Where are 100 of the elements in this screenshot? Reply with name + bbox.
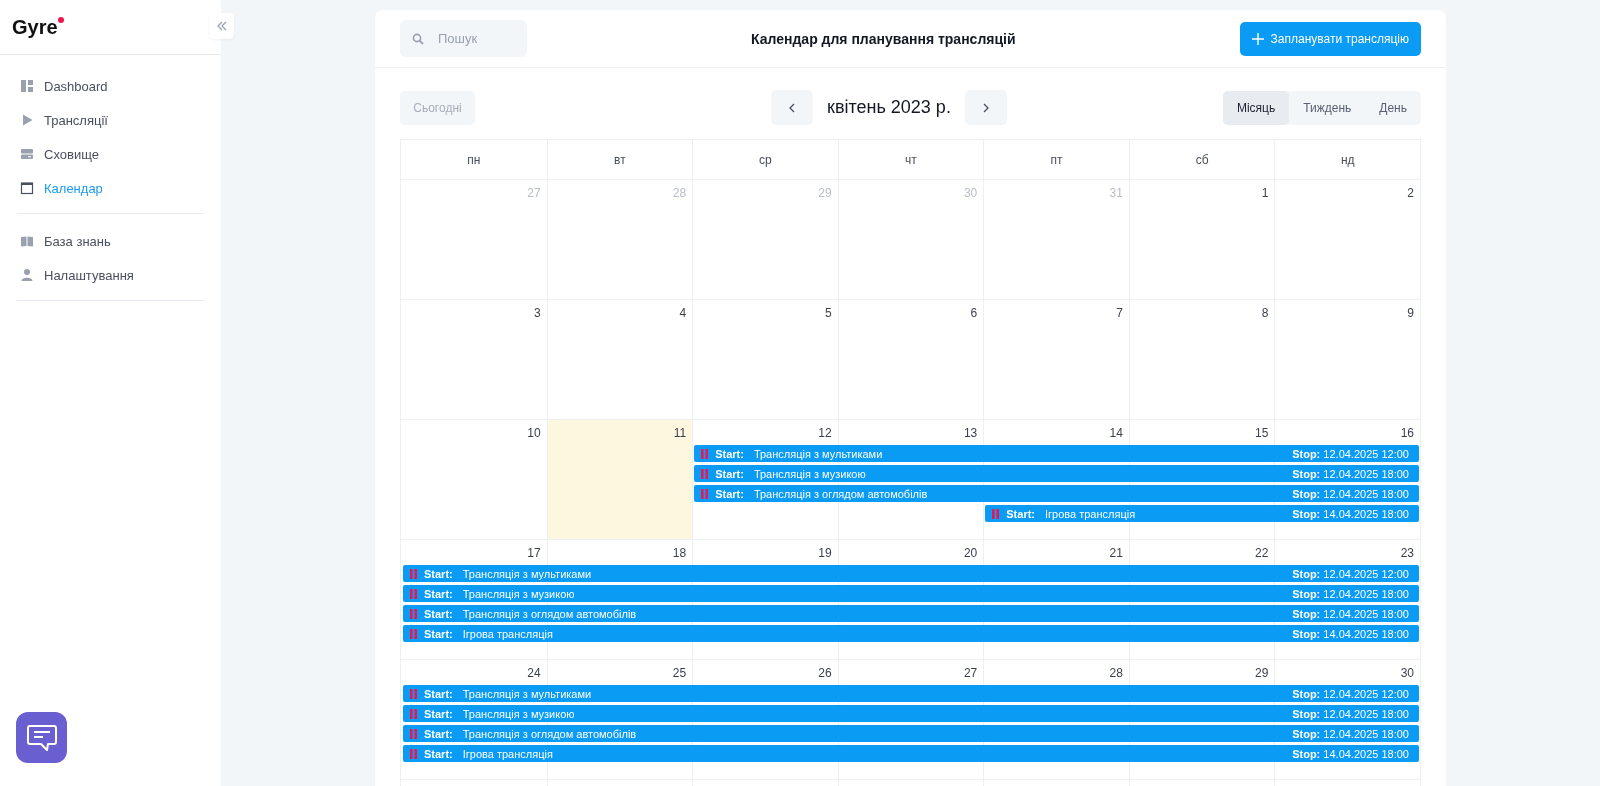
weekday-header: нд (1274, 140, 1420, 179)
start-label: Start: (424, 747, 453, 760)
stop-time: Stop: 14.04.2025 18:00 (1292, 627, 1409, 640)
day-number: 24 (527, 666, 541, 680)
event-bar[interactable]: Start: Трансляція з музикою Stop: 12.04.2025 18:00 (694, 465, 1419, 482)
event-bar[interactable]: Start: Трансляція з мультиками Stop: 12.04.2025 12:00 (694, 445, 1419, 462)
collapse-button[interactable] (209, 13, 234, 39)
logo-dot-icon (57, 16, 64, 23)
day-number: 28 (1109, 666, 1123, 680)
event-bar[interactable]: Start: Трансляція з оглядом автомобілів Stop: 12.04.2025 18:00 (694, 485, 1419, 502)
nav-item[interactable]: База знань (17, 224, 204, 258)
weekday-header: сб (1128, 140, 1275, 179)
day-number: 4 (679, 306, 687, 320)
event-bar[interactable]: Start: Ігрова трансляція Stop: 14.04.2025 18:00 (985, 505, 1419, 522)
view-tab[interactable]: День (1365, 90, 1421, 125)
nav-item[interactable]: Трансляції (17, 103, 204, 137)
day-number: 28 (672, 186, 687, 200)
stop-time: Stop: 14.04.2025 18:00 (1292, 507, 1409, 520)
event-bar[interactable]: Start: Трансляція з музикою Stop: 12.04.2025 18:00 (403, 705, 1419, 722)
weekday-header: вт (546, 140, 693, 179)
stop-time: Stop: 12.04.2025 18:00 (1292, 587, 1409, 600)
weekday-header: пн (466, 151, 482, 169)
event-title: Трансляція з музикою (462, 707, 576, 720)
schedule-button[interactable]: Запланувати трансляцію (1239, 21, 1421, 56)
pause-icon (410, 628, 417, 639)
day-number: 27 (963, 666, 978, 680)
user-icon (20, 268, 34, 282)
start-label: Start: (424, 607, 453, 620)
nav-item[interactable]: Налаштування (17, 258, 204, 292)
page-title: Календар для планування трансляцій (750, 30, 1017, 47)
day-number: 25 (672, 666, 687, 680)
play-icon (20, 113, 34, 127)
plus-icon (1251, 32, 1264, 45)
nav-item[interactable]: Сховище (17, 137, 204, 171)
day-number: 19 (818, 546, 832, 560)
period-title: квітень 2023 р. (827, 97, 951, 118)
day-number: 8 (1261, 306, 1269, 320)
event-bar[interactable]: Start: Трансляція з мультиками Stop: 12.04.2025 12:00 (403, 565, 1419, 582)
stop-time: Stop: 12.04.2025 18:00 (1292, 607, 1409, 620)
dashboard-icon (20, 79, 34, 93)
view-tab[interactable]: Тиждень (1289, 90, 1366, 125)
day-number: 9 (1407, 306, 1414, 320)
stop-time: Stop: 14.04.2025 18:00 (1292, 747, 1409, 760)
day-number: 23 (1400, 546, 1414, 560)
event-bar[interactable]: Start: Трансляція з оглядом автомобілів Stop: 12.04.2025 18:00 (403, 725, 1419, 742)
nav-item[interactable]: Календар (17, 171, 204, 205)
pause-icon (410, 708, 417, 719)
event-bar[interactable]: Start: Трансляція з музикою Stop: 12.04.2025 18:00 (403, 585, 1419, 602)
start-label: Start: (424, 687, 453, 700)
pause-icon (701, 488, 709, 499)
weekday-header: пт (983, 140, 1129, 179)
event-bar[interactable]: Start: Ігрова трансляція Stop: 14.04.2025 18:00 (403, 625, 1419, 642)
day-number: 21 (1109, 546, 1123, 560)
day-number: 26 (818, 666, 832, 680)
day-number: 1 (1261, 186, 1269, 200)
day-number: 15 (1255, 426, 1269, 440)
event-bar[interactable]: Start: Трансляція з мультиками Stop: 12.04.2025 12:00 (403, 685, 1419, 702)
pause-icon (701, 468, 709, 479)
start-label: Start: (424, 707, 453, 720)
event-title: Трансляція з оглядом автомобілів (753, 487, 929, 500)
start-label: Start: (715, 447, 744, 460)
chat-button[interactable] (16, 712, 67, 763)
storage-icon (20, 147, 34, 161)
pause-icon (410, 728, 417, 739)
nav-item[interactable]: Dashboard (17, 69, 204, 103)
day-number: 29 (818, 186, 832, 200)
event-title: Ігрова трансляція (462, 747, 554, 760)
weekday-header: ср (692, 140, 838, 179)
day-number: 12 (818, 426, 832, 440)
day-number: 22 (1255, 546, 1269, 560)
view-tab[interactable]: Місяць (1222, 90, 1290, 125)
event-title: Трансляція з оглядом автомобілів (462, 727, 638, 740)
stop-time: Stop: 12.04.2025 18:00 (1292, 487, 1409, 500)
pause-icon (410, 748, 417, 759)
start-label: Start: (424, 627, 453, 640)
day-number: 27 (527, 186, 541, 200)
day-number: 30 (963, 186, 978, 200)
search-field[interactable]: Пошук (400, 20, 527, 57)
start-label: Start: (424, 587, 453, 600)
event-title: Трансляція з музикою (462, 587, 576, 600)
event-title: Трансляція з мультиками (462, 687, 593, 700)
logo-text: Gyre (12, 15, 58, 38)
start-label: Start: (715, 467, 744, 480)
chevron-left-icon (788, 102, 796, 113)
day-number: 3 (533, 306, 541, 320)
day-number: 14 (1109, 426, 1123, 440)
start-label: Start: (424, 727, 453, 740)
event-title: Ігрова трансляція (1045, 507, 1137, 520)
weekday-header: чт (837, 140, 984, 179)
pause-icon (701, 448, 709, 459)
day-number: 7 (1116, 306, 1123, 320)
day-number: 20 (963, 546, 978, 560)
pause-icon (992, 508, 1000, 519)
book-icon (20, 234, 34, 248)
event-title: Трансляція з мультиками (462, 567, 593, 580)
event-bar[interactable]: Start: Ігрова трансляція Stop: 14.04.2025 18:00 (403, 745, 1419, 762)
event-title: Трансляція з мультиками (753, 447, 884, 460)
start-label: Start: (715, 487, 744, 500)
double-chevron-left-icon (216, 21, 227, 31)
event-bar[interactable]: Start: Трансляція з оглядом автомобілів Stop: 12.04.2025 18:00 (403, 605, 1419, 622)
